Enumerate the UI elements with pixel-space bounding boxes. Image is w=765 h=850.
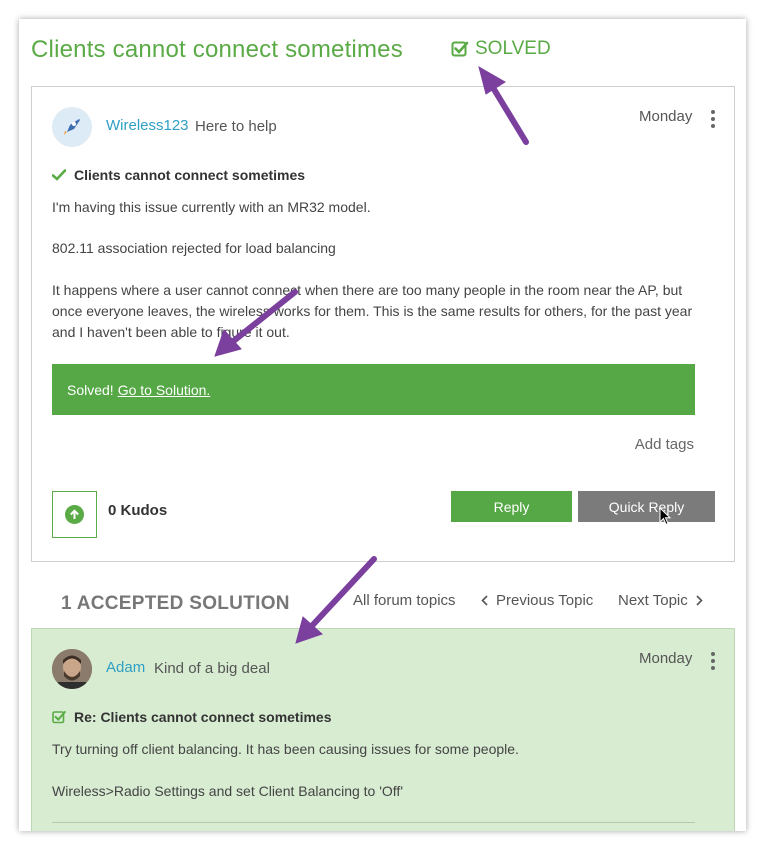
quick-reply-button[interactable]: Quick Reply [578,491,715,522]
divider [52,822,695,823]
solution-subject: Re: Clients cannot connect sometimes [52,709,332,725]
solution-paragraph: Try turning off client balancing. It has… [52,741,519,757]
kebab-menu-icon[interactable] [710,110,716,128]
checkbox-check-icon [451,41,469,57]
post-paragraph: It happens where a user cannot connect w… [52,282,693,340]
previous-topic-link[interactable]: Previous Topic [481,592,593,609]
solution-author-rank: Kind of a big deal [154,660,270,677]
kebab-menu-icon[interactable] [710,652,716,670]
go-to-solution-link[interactable]: Go to Solution. [118,382,211,398]
page-title: Clients cannot connect sometimes [31,36,403,63]
solution-author-link[interactable]: Adam [106,659,145,676]
kudo-button[interactable] [52,491,97,538]
add-tags-link[interactable]: Add tags [635,436,694,453]
chevron-right-icon [696,595,703,606]
avatar[interactable] [52,649,92,689]
post-date: Monday [639,108,693,125]
previous-topic-label: Previous Topic [496,592,594,609]
forum-thread-page: Clients cannot connect sometimes SOLVED … [19,19,746,831]
kudos-count: 0 Kudos [108,502,168,519]
solution-banner: Solved! Go to Solution. [52,364,695,415]
accepted-solution-post: Adam Kind of a big deal Monday Re: Clien… [31,628,735,831]
check-icon [52,169,66,181]
post-subject: Clients cannot connect sometimes [52,167,305,183]
post-subject-text: Clients cannot connect sometimes [74,167,306,183]
all-forum-topics-label: All forum topics [353,592,456,609]
mouse-cursor-icon [659,507,672,526]
post-paragraph: 802.11 association rejected for load bal… [52,240,336,256]
all-forum-topics-link[interactable]: All forum topics [353,592,456,609]
next-topic-link[interactable]: Next Topic [618,592,703,609]
solution-subject-text: Re: Clients cannot connect sometimes [74,709,332,725]
solution-paragraph: Wireless>Radio Settings and set Client B… [52,783,403,799]
solution-banner-label: Solved! [67,381,114,398]
solution-date: Monday [639,650,693,667]
post-paragraph: I'm having this issue currently with an … [52,199,371,215]
accepted-solution-heading: 1 ACCEPTED SOLUTION [61,593,290,614]
next-topic-label: Next Topic [618,592,688,609]
post-author-link[interactable]: Wireless123 [106,117,189,134]
checkbox-check-icon [52,711,66,724]
rocket-avatar[interactable] [52,107,92,147]
solved-label: SOLVED [475,38,551,59]
arrow-up-circle-icon [65,505,84,524]
post-author-rank: Here to help [195,118,277,135]
chevron-left-icon [481,595,488,606]
solved-badge: SOLVED [451,38,551,60]
original-post: Wireless123 Here to help Monday Clients … [31,86,735,562]
reply-button[interactable]: Reply [451,491,572,522]
